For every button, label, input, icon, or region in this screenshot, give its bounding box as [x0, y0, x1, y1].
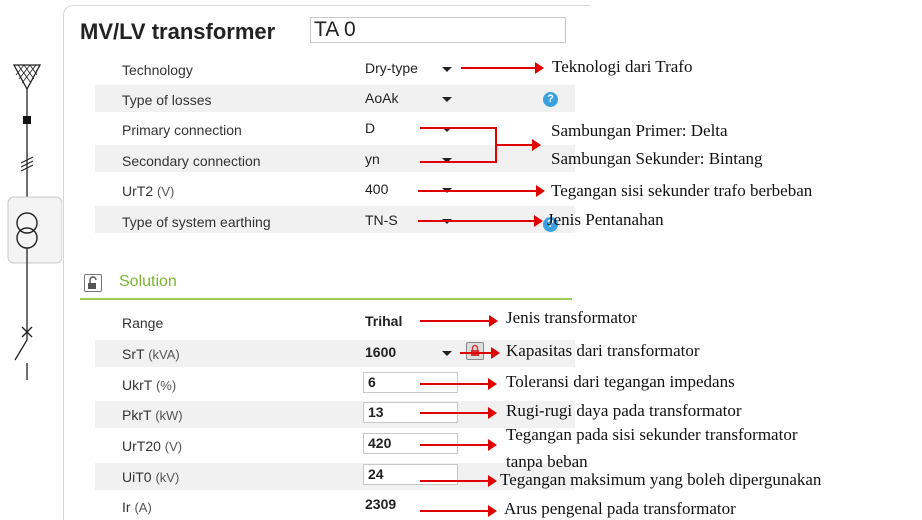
- annotation-text: Tegangan maksimum yang boleh dipergunaka…: [500, 470, 822, 489]
- grid-source-icon: [12, 64, 42, 91]
- chevron-down-icon[interactable]: [442, 67, 452, 72]
- annotation-text: Jenis Pentanahan: [547, 210, 664, 229]
- type-of-losses-select[interactable]: AoAk: [365, 90, 398, 106]
- srt-label: SrT (kVA): [122, 346, 180, 362]
- ir-unit: (A): [134, 500, 152, 515]
- urt2-unit: (V): [157, 184, 175, 199]
- secondary-connection-select[interactable]: yn: [365, 151, 380, 167]
- uit0-label-text: UiT0: [122, 469, 152, 485]
- breaker-icon: [23, 116, 31, 124]
- secondary-connection-label: Secondary connection: [122, 153, 261, 169]
- annotation-arrow: [418, 215, 543, 227]
- chevron-down-icon[interactable]: [442, 351, 452, 356]
- annotation-text: tanpa beban: [506, 452, 588, 471]
- srt-unit: (kVA): [148, 347, 180, 362]
- solution-row: [95, 493, 575, 520]
- annotation-text: Arus pengenal pada transformator: [504, 499, 736, 518]
- ukrt-label-text: UkrT: [122, 377, 153, 393]
- uit0-label: UiT0 (kV): [122, 469, 179, 485]
- help-icon[interactable]: ?: [543, 92, 558, 107]
- annotation-text: Kapasitas dari transformator: [506, 341, 700, 360]
- annotation-text: Rugi-rugi daya pada transformator: [506, 401, 742, 420]
- primary-connection-select[interactable]: D: [365, 120, 375, 136]
- technology-label: Technology: [122, 62, 193, 78]
- urt20-label-text: UrT20: [122, 438, 161, 454]
- annotation-arrow: [420, 161, 496, 163]
- annotation-text: Toleransi dari tegangan impedans: [506, 372, 735, 391]
- urt2-select[interactable]: 400: [365, 181, 388, 197]
- ir-value: 2309: [365, 496, 397, 512]
- solution-divider: [80, 298, 572, 300]
- single-line-diagram: [7, 64, 62, 380]
- annotation-arrow: [461, 62, 544, 74]
- lock-icon[interactable]: [466, 342, 484, 360]
- technology-select[interactable]: Dry-type: [365, 60, 418, 76]
- page-title: MV/LV transformer: [80, 19, 276, 44]
- primary-connection-label: Primary connection: [122, 122, 242, 138]
- annotation-arrow: [496, 139, 541, 151]
- urt2-label-text: UrT2: [122, 183, 154, 199]
- annotation-text: Tegangan pada sisi sekunder transformato…: [506, 425, 798, 444]
- urt20-label: UrT20 (V): [122, 438, 182, 454]
- annotation-text: Sambungan Primer: Delta: [551, 121, 728, 140]
- pkrt-label: PkrT (kW): [122, 407, 183, 423]
- uit0-unit: (kV): [155, 470, 180, 485]
- disconnector-icon: [14, 326, 33, 380]
- range-value: Trihal: [365, 313, 403, 329]
- annotation-arrow: [420, 439, 497, 451]
- pkrt-unit: (kW): [155, 408, 183, 423]
- annotation-arrow: [460, 347, 500, 359]
- urt2-label: UrT2 (V): [122, 183, 174, 199]
- annotation-arrow: [420, 315, 498, 327]
- system-earthing-label: Type of system earthing: [122, 214, 271, 230]
- type-of-losses-label: Type of losses: [122, 92, 212, 108]
- range-label: Range: [122, 315, 164, 331]
- ukrt-label: UkrT (%): [122, 377, 176, 393]
- annotation-arrow: [420, 475, 497, 487]
- ukrt-unit: (%): [155, 378, 177, 393]
- pkrt-label-text: PkrT: [122, 407, 152, 423]
- solution-title: Solution: [119, 273, 177, 290]
- annotation-text: Tegangan sisi sekunder trafo berbeban: [551, 181, 813, 200]
- chevron-down-icon[interactable]: [442, 97, 452, 102]
- annotation-text: Sambungan Sekunder: Bintang: [551, 149, 763, 168]
- srt-select[interactable]: 1600: [365, 344, 396, 360]
- annotation-arrow: [420, 505, 497, 517]
- annotation-arrow: [418, 185, 545, 197]
- annotation-text: Jenis transformator: [506, 308, 637, 327]
- annotation-arrow: [420, 378, 497, 390]
- ir-label: Ir (A): [122, 499, 152, 515]
- unlock-icon[interactable]: [84, 274, 102, 292]
- srt-label-text: SrT: [122, 346, 145, 362]
- solution-row: [95, 309, 575, 336]
- urt20-unit: (V): [164, 439, 183, 454]
- transformer-name-input[interactable]: TA 0: [310, 17, 566, 43]
- system-earthing-select[interactable]: TN-S: [365, 212, 398, 228]
- annotation-arrow: [420, 407, 497, 419]
- annotation-text: Teknologi dari Trafo: [552, 57, 693, 76]
- annotation-arrow: [420, 127, 496, 129]
- ir-label-text: Ir: [122, 499, 131, 515]
